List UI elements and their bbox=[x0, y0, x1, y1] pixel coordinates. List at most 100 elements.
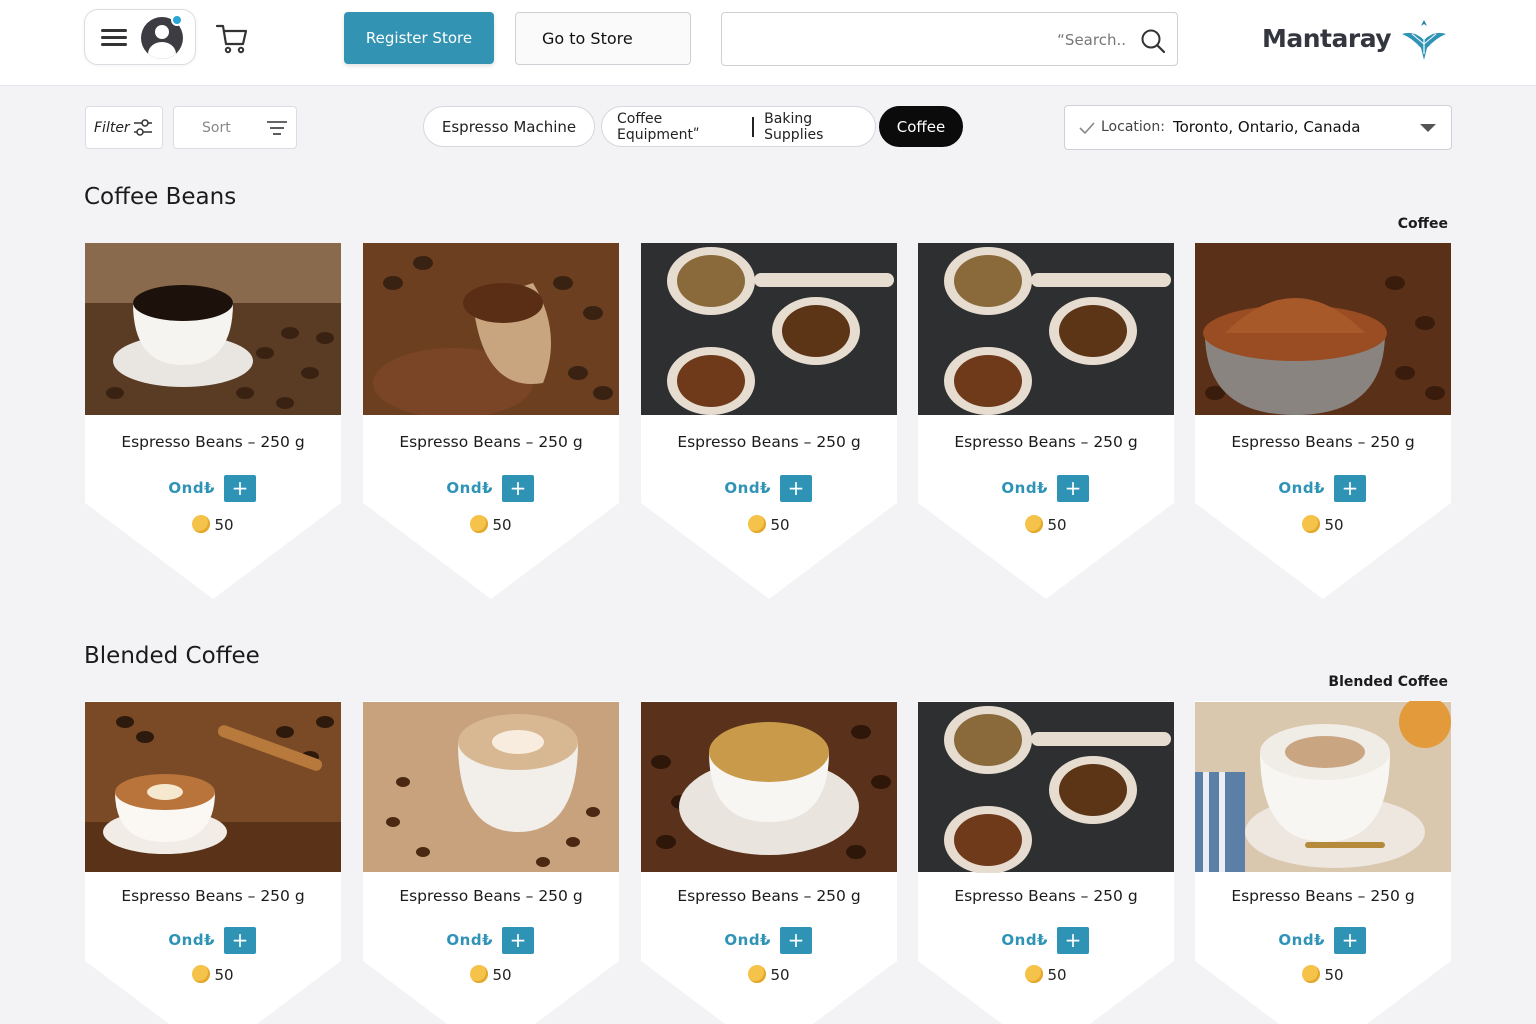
add-to-cart-button[interactable]: + bbox=[224, 927, 256, 954]
product-points: 50 bbox=[85, 515, 341, 534]
points-value: 50 bbox=[770, 516, 790, 534]
points-value: 50 bbox=[492, 966, 512, 984]
brand-name: Mantaray bbox=[1262, 24, 1392, 53]
sort-lines-icon bbox=[267, 121, 287, 135]
points-value: 50 bbox=[214, 516, 234, 534]
product-image-ground-coffee-bowl bbox=[1195, 243, 1451, 415]
hamburger-menu-icon[interactable] bbox=[101, 29, 127, 47]
category-chip-coffee-equipment[interactable]: Coffee Equipmentʺ bbox=[617, 111, 748, 143]
points-value: 50 bbox=[1324, 966, 1344, 984]
section-title-blended-coffee: Blended Coffee bbox=[84, 643, 260, 669]
product-points: 50 bbox=[641, 515, 897, 534]
product-image-latte-white-cup bbox=[363, 702, 619, 872]
product-image-coffee-spoons bbox=[918, 243, 1174, 415]
product-name: Espresso Beans – 250 g bbox=[1231, 887, 1415, 905]
filter-button[interactable]: Filter bbox=[85, 106, 163, 149]
product-price: Ond₺ bbox=[1001, 931, 1048, 949]
product-points: 50 bbox=[85, 965, 341, 984]
price-row: Ond₺ + bbox=[363, 927, 619, 954]
add-to-cart-button[interactable]: + bbox=[502, 927, 534, 954]
location-dropdown[interactable]: Location: Toronto, Ontario, Canada bbox=[1064, 105, 1452, 150]
category-chip-group: Coffee Equipmentʺ Baking Supplies bbox=[601, 106, 876, 147]
add-to-cart-button[interactable]: + bbox=[502, 475, 534, 502]
price-row: Ond₺ + bbox=[1195, 927, 1451, 954]
product-name: Espresso Beans – 250 g bbox=[677, 433, 861, 451]
go-to-store-button[interactable]: Go to Store bbox=[515, 12, 691, 65]
brand-logo[interactable]: Mantaray bbox=[1262, 14, 1452, 64]
points-value: 50 bbox=[214, 966, 234, 984]
product-card[interactable]: Espresso Beans – 250 g Ond₺ + 50 bbox=[85, 243, 341, 599]
product-image-ground-coffee-scoop bbox=[363, 243, 619, 415]
category-chip-coffee[interactable]: Coffee bbox=[879, 106, 963, 147]
price-row: Ond₺ + bbox=[641, 475, 897, 502]
product-price: Ond₺ bbox=[1001, 479, 1048, 497]
product-name: Espresso Beans – 250 g bbox=[1231, 433, 1415, 451]
product-card[interactable]: Espresso Beans – 250 g Ond₺ + 50 bbox=[641, 701, 897, 1024]
coin-icon bbox=[1025, 965, 1044, 983]
product-name: Espresso Beans – 250 g bbox=[121, 433, 305, 451]
product-card[interactable]: Espresso Beans – 250 g Ond₺ + 50 bbox=[1195, 701, 1451, 1024]
manta-ray-logo-icon bbox=[1402, 20, 1446, 60]
product-image-cappuccino bbox=[1195, 701, 1451, 872]
price-row: Ond₺ + bbox=[1195, 475, 1451, 502]
search-box bbox=[721, 12, 1178, 66]
product-card[interactable]: Espresso Beans – 250 g Ond₺ + 50 bbox=[363, 701, 619, 1024]
notification-dot bbox=[171, 14, 183, 26]
add-to-cart-button[interactable]: + bbox=[224, 475, 256, 502]
price-row: Ond₺ + bbox=[641, 927, 897, 954]
product-name: Espresso Beans – 250 g bbox=[677, 887, 861, 905]
product-card[interactable]: Espresso Beans – 250 g Ond₺ + 50 bbox=[363, 243, 619, 599]
coin-icon bbox=[1025, 515, 1044, 533]
product-price: Ond₺ bbox=[724, 931, 771, 949]
coin-icon bbox=[748, 515, 767, 533]
coin-icon bbox=[470, 965, 489, 983]
location-label: Location: bbox=[1101, 119, 1165, 135]
product-card[interactable]: Espresso Beans – 250 g Ond₺ + 50 bbox=[85, 701, 341, 1024]
chevron-down-icon bbox=[1420, 124, 1436, 132]
product-points: 50 bbox=[641, 965, 897, 984]
product-price: Ond₺ bbox=[446, 931, 493, 949]
points-value: 50 bbox=[1047, 516, 1067, 534]
product-card[interactable]: Espresso Beans – 250 g Ond₺ + 50 bbox=[918, 701, 1174, 1024]
category-chip-baking-supplies[interactable]: Baking Supplies bbox=[764, 111, 875, 143]
category-chip-espresso-machine[interactable]: Espresso Machine bbox=[423, 106, 595, 147]
add-to-cart-button[interactable]: + bbox=[1057, 475, 1089, 502]
sort-button[interactable]: Sort bbox=[173, 106, 297, 149]
price-row: Ond₺ + bbox=[363, 475, 619, 502]
add-to-cart-button[interactable]: + bbox=[780, 475, 812, 502]
cart-icon[interactable] bbox=[214, 20, 250, 56]
product-image-coffee-spoons bbox=[641, 243, 897, 415]
product-name: Espresso Beans – 250 g bbox=[399, 887, 583, 905]
section-tag-blended-coffee[interactable]: Blended Coffee bbox=[1328, 674, 1448, 690]
coin-icon bbox=[470, 515, 489, 533]
register-store-button[interactable]: Register Store bbox=[344, 12, 494, 64]
product-image-latte-art bbox=[85, 702, 341, 872]
product-name: Espresso Beans – 250 g bbox=[121, 887, 305, 905]
section-title-coffee-beans: Coffee Beans bbox=[84, 184, 237, 210]
add-to-cart-button[interactable]: + bbox=[780, 927, 812, 954]
product-price: Ond₺ bbox=[1278, 479, 1325, 497]
add-to-cart-button[interactable]: + bbox=[1334, 927, 1366, 954]
product-card[interactable]: Espresso Beans – 250 g Ond₺ + 50 bbox=[918, 243, 1174, 599]
points-value: 50 bbox=[492, 516, 512, 534]
product-card[interactable]: Espresso Beans – 250 g Ond₺ + 50 bbox=[641, 243, 897, 599]
points-value: 50 bbox=[770, 966, 790, 984]
product-points: 50 bbox=[1195, 515, 1451, 534]
product-name: Espresso Beans – 250 g bbox=[954, 887, 1138, 905]
price-row: Ond₺ + bbox=[85, 927, 341, 954]
top-header: Register Store Go to Store Mantaray bbox=[0, 0, 1536, 86]
section-tag-coffee[interactable]: Coffee bbox=[1398, 216, 1448, 232]
menu-group bbox=[84, 9, 196, 65]
points-value: 50 bbox=[1324, 516, 1344, 534]
product-points: 50 bbox=[363, 965, 619, 984]
search-input[interactable] bbox=[736, 23, 1126, 57]
product-card[interactable]: Espresso Beans – 250 g Ond₺ + 50 bbox=[1195, 243, 1451, 599]
filter-sliders-icon bbox=[134, 119, 152, 136]
add-to-cart-button[interactable]: + bbox=[1334, 475, 1366, 502]
product-image-espresso-cup bbox=[641, 702, 897, 872]
product-price: Ond₺ bbox=[168, 479, 215, 497]
search-icon[interactable] bbox=[1140, 28, 1166, 54]
product-price: Ond₺ bbox=[724, 479, 771, 497]
add-to-cart-button[interactable]: + bbox=[1057, 927, 1089, 954]
price-row: Ond₺ + bbox=[918, 927, 1174, 954]
